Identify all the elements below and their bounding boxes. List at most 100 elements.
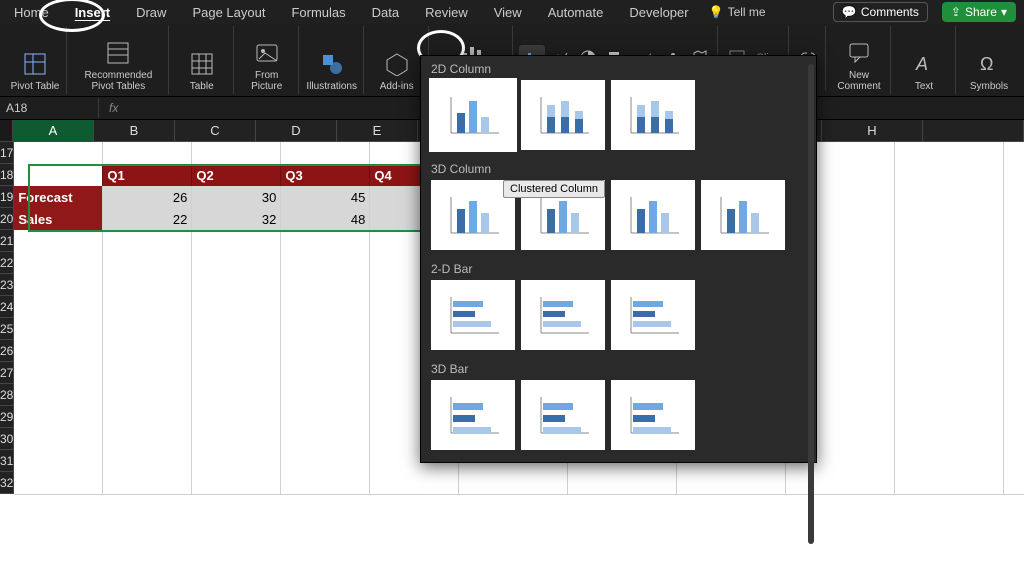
chart-thumb-stacked-column[interactable] (521, 80, 605, 150)
row-header[interactable]: 27 (0, 362, 14, 384)
cell[interactable] (103, 318, 192, 341)
chart-thumb-100-stacked-bar[interactable] (611, 280, 695, 350)
from-picture-button[interactable]: From Picture (236, 26, 299, 94)
tab-data[interactable]: Data (366, 3, 405, 22)
cell[interactable] (281, 274, 370, 297)
table-button[interactable]: Table (171, 26, 234, 94)
tab-page-layout[interactable]: Page Layout (186, 3, 271, 22)
row-header[interactable]: 29 (0, 406, 14, 428)
cell[interactable] (14, 230, 103, 253)
cell[interactable] (895, 230, 1004, 253)
cell[interactable] (14, 384, 103, 407)
tab-draw[interactable]: Draw (130, 3, 172, 22)
text-button[interactable]: A Text (893, 26, 956, 94)
cell[interactable] (14, 472, 103, 495)
cell[interactable] (895, 274, 1004, 297)
cell[interactable] (1004, 208, 1024, 231)
cell[interactable] (895, 296, 1004, 319)
cell[interactable]: Q1 (103, 164, 192, 187)
row-header[interactable]: 18 (0, 164, 14, 186)
column-header[interactable]: A (13, 120, 94, 142)
cell[interactable] (103, 252, 192, 275)
cell[interactable] (281, 142, 370, 165)
cell[interactable] (1004, 428, 1024, 451)
cell[interactable] (14, 318, 103, 341)
cell[interactable] (895, 208, 1004, 231)
cell[interactable] (895, 252, 1004, 275)
panel-scrollbar[interactable] (808, 64, 814, 544)
row-header[interactable]: 31 (0, 450, 14, 472)
cell[interactable] (14, 362, 103, 385)
cell[interactable] (14, 274, 103, 297)
cell[interactable] (1004, 384, 1024, 407)
cell[interactable]: 32 (192, 208, 281, 231)
chart-thumb-stacked-bar[interactable] (521, 280, 605, 350)
column-header[interactable]: H (822, 120, 923, 142)
cell[interactable] (1004, 362, 1024, 385)
cell[interactable] (192, 406, 281, 429)
cell[interactable] (103, 450, 192, 473)
cell[interactable] (895, 406, 1004, 429)
column-header[interactable]: E (337, 120, 418, 142)
cell[interactable] (103, 384, 192, 407)
row-header[interactable]: 22 (0, 252, 14, 274)
cell[interactable]: 48 (281, 208, 370, 231)
cell[interactable] (14, 340, 103, 363)
cell[interactable] (1004, 296, 1024, 319)
row-header[interactable]: 30 (0, 428, 14, 450)
cell[interactable] (14, 406, 103, 429)
cell[interactable] (192, 384, 281, 407)
cell[interactable] (281, 384, 370, 407)
cell[interactable] (895, 186, 1004, 209)
symbols-button[interactable]: Ω Symbols (958, 26, 1020, 94)
cell[interactable] (14, 142, 103, 165)
cell[interactable] (103, 296, 192, 319)
chart-thumb-100-stacked-column[interactable] (611, 80, 695, 150)
cell[interactable] (1004, 252, 1024, 275)
cell[interactable] (103, 274, 192, 297)
cell[interactable] (192, 252, 281, 275)
cell[interactable] (192, 318, 281, 341)
cell[interactable] (1004, 164, 1024, 187)
cell[interactable] (103, 406, 192, 429)
cell[interactable] (192, 142, 281, 165)
row-header[interactable]: 20 (0, 208, 14, 230)
cell[interactable]: Sales (14, 208, 103, 231)
column-header[interactable]: B (94, 120, 175, 142)
cell[interactable] (192, 428, 281, 451)
cell[interactable] (192, 296, 281, 319)
cell[interactable] (281, 296, 370, 319)
column-header[interactable]: C (175, 120, 256, 142)
cell[interactable] (281, 362, 370, 385)
row-header[interactable]: 28 (0, 384, 14, 406)
cell[interactable]: 30 (192, 186, 281, 209)
cell[interactable] (281, 472, 370, 495)
cell[interactable] (281, 318, 370, 341)
cell[interactable] (786, 472, 895, 495)
cell[interactable] (14, 164, 103, 187)
cell[interactable] (895, 164, 1004, 187)
row-header[interactable]: 21 (0, 230, 14, 252)
cell[interactable] (1004, 472, 1024, 495)
row-header[interactable]: 24 (0, 296, 14, 318)
cell[interactable] (370, 472, 459, 495)
cell[interactable] (1004, 406, 1024, 429)
cell[interactable] (192, 472, 281, 495)
cell[interactable] (14, 428, 103, 451)
cell[interactable] (281, 230, 370, 253)
cell[interactable] (192, 450, 281, 473)
cell[interactable] (1004, 340, 1024, 363)
column-header[interactable]: D (256, 120, 337, 142)
cell[interactable] (1004, 230, 1024, 253)
name-box[interactable]: A18 (0, 98, 99, 118)
cell[interactable] (103, 230, 192, 253)
cell[interactable] (459, 472, 568, 495)
cell[interactable] (895, 142, 1004, 165)
cell[interactable] (895, 340, 1004, 363)
cell[interactable] (192, 340, 281, 363)
row-header[interactable]: 26 (0, 340, 14, 362)
cell[interactable]: 22 (103, 208, 192, 231)
chart-thumb-clustered-bar[interactable] (431, 280, 515, 350)
cell[interactable] (895, 384, 1004, 407)
cell[interactable] (103, 142, 192, 165)
